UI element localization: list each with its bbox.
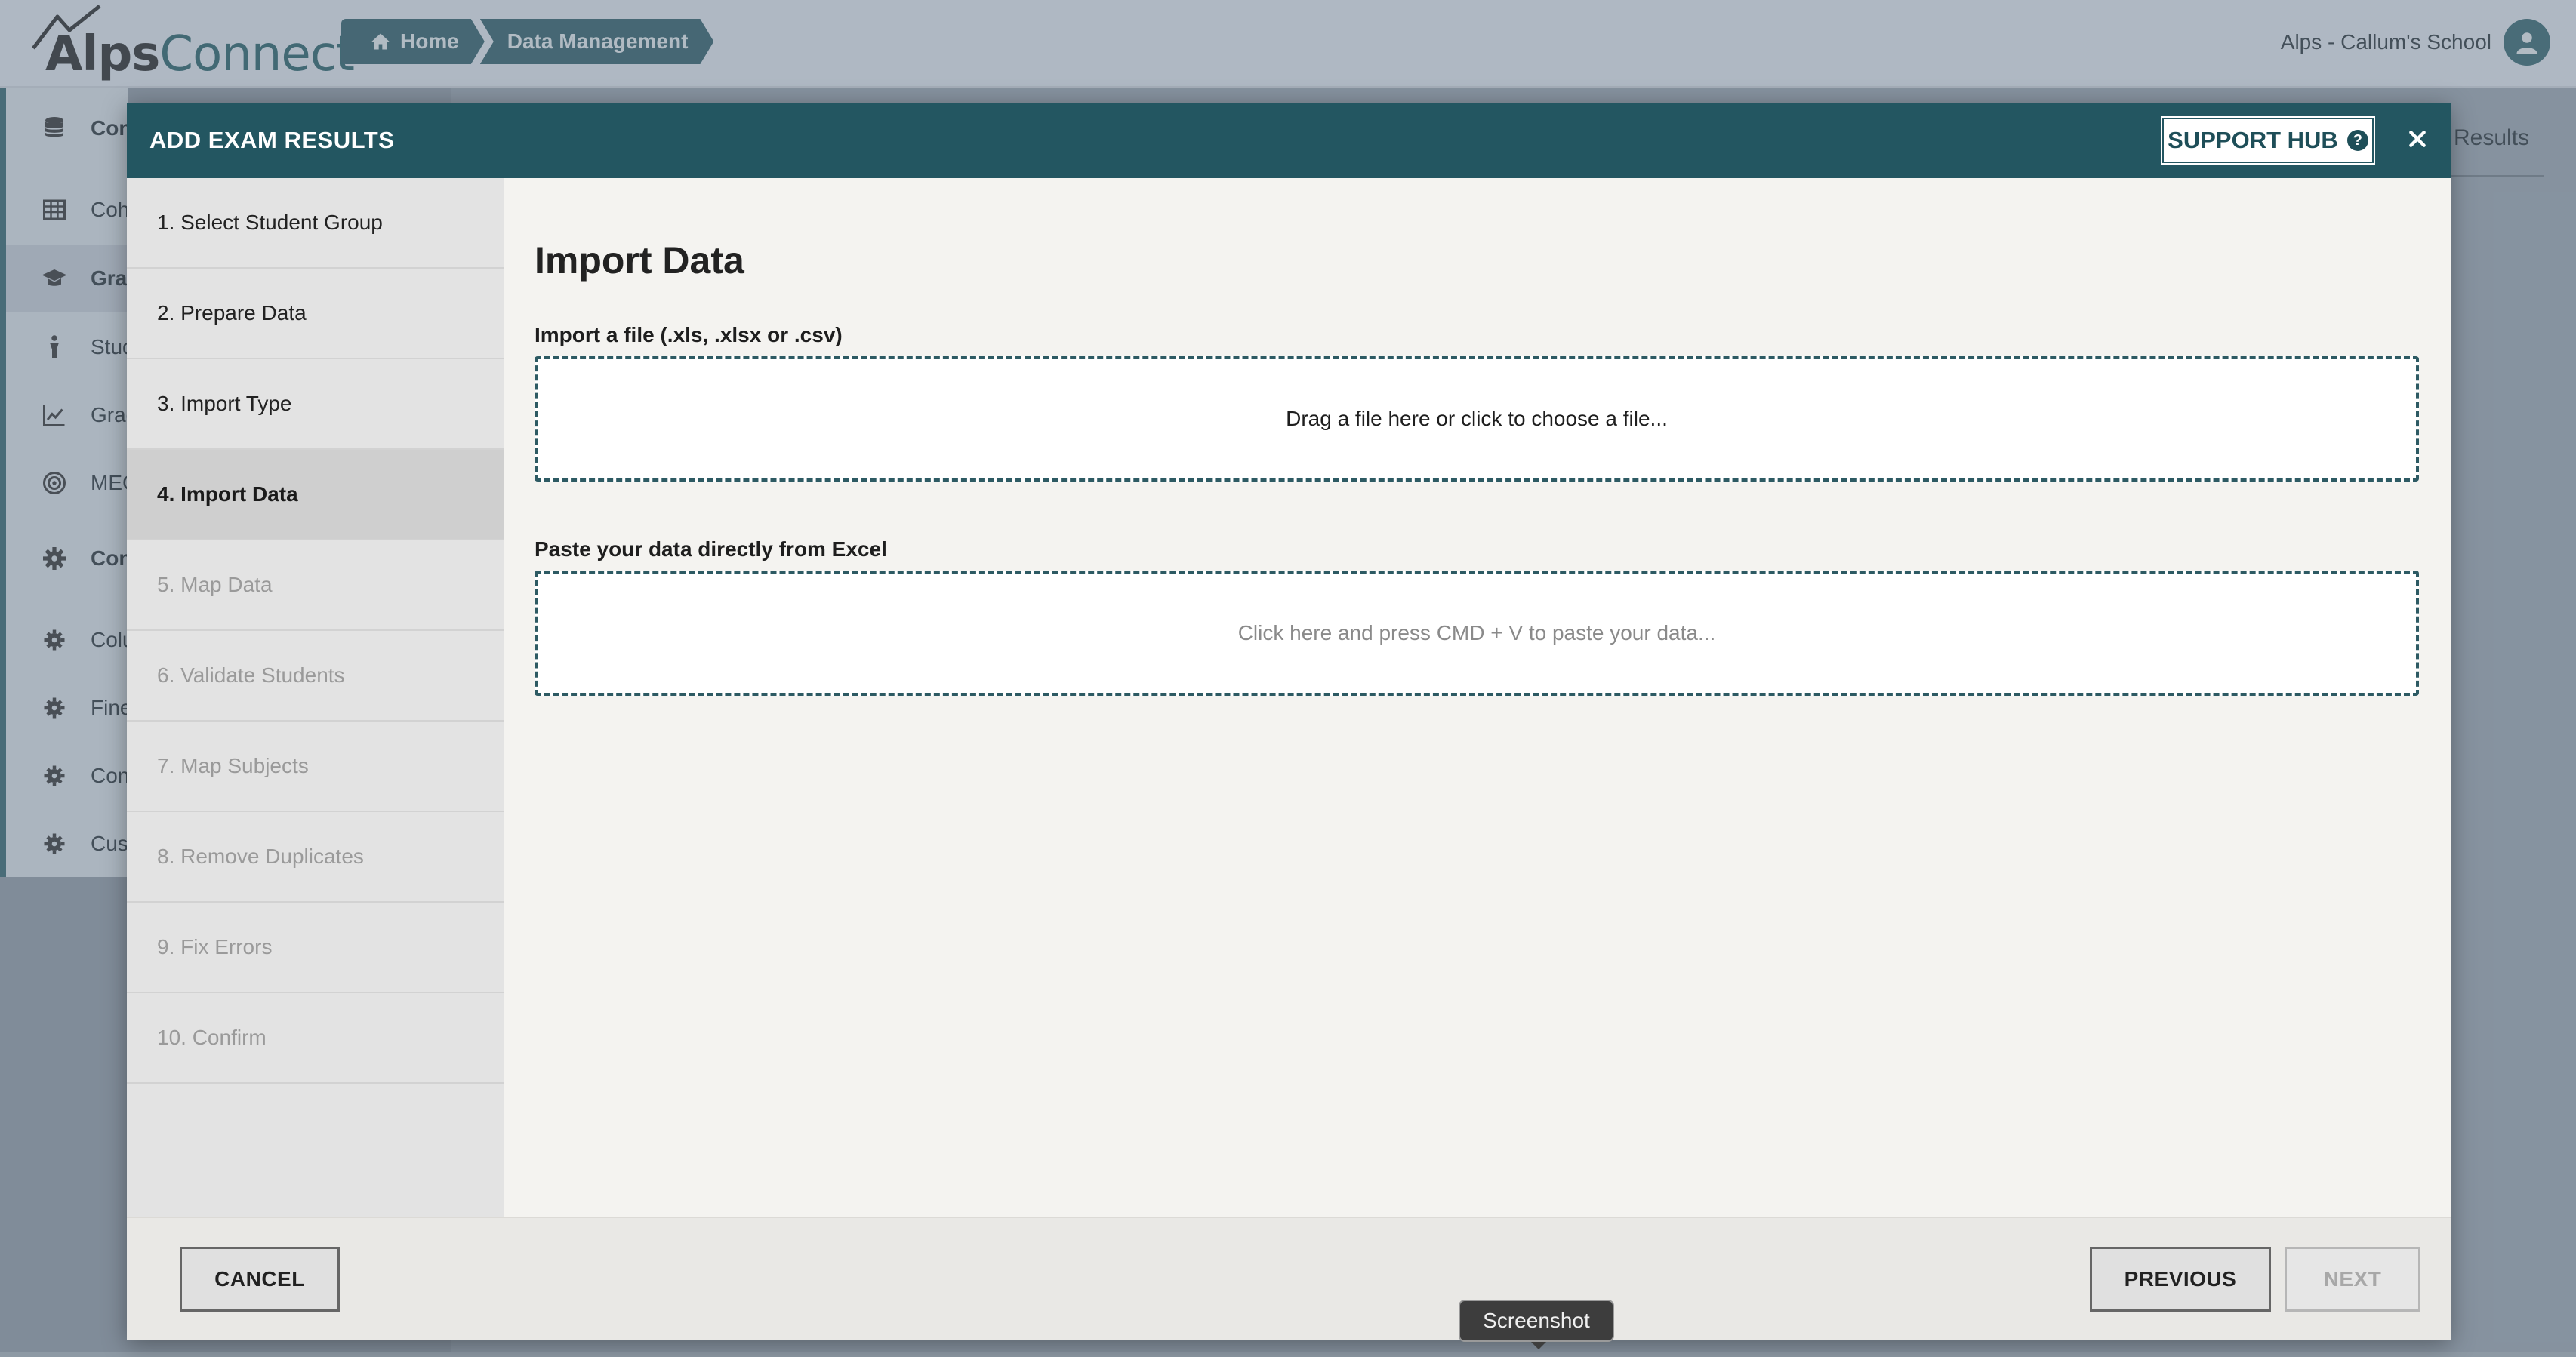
step-label: 8. Remove Duplicates xyxy=(157,845,364,869)
step-label: 2. Prepare Data xyxy=(157,301,307,325)
file-dropzone-text: Drag a file here or click to choose a fi… xyxy=(1286,407,1668,431)
page-title: Import Data xyxy=(535,238,744,282)
file-import-label: Import a file (.xls, .xlsx or .csv) xyxy=(535,323,843,347)
screenshot-tooltip: Screenshot xyxy=(1459,1300,1614,1342)
step-label: 6. Validate Students xyxy=(157,663,345,688)
modal-title: ADD EXAM RESULTS xyxy=(149,127,394,154)
step-confirm: 10. Confirm xyxy=(127,993,504,1084)
step-remove-duplicates: 8. Remove Duplicates xyxy=(127,812,504,903)
step-label: 5. Map Data xyxy=(157,573,273,597)
previous-button-label: PREVIOUS xyxy=(2125,1267,2237,1291)
next-button[interactable]: NEXT xyxy=(2285,1247,2420,1312)
next-button-label: NEXT xyxy=(2324,1267,2382,1291)
cancel-button[interactable]: CANCEL xyxy=(180,1247,340,1312)
paste-data-label: Paste your data directly from Excel xyxy=(535,537,887,562)
step-map-data: 5. Map Data xyxy=(127,540,504,631)
add-exam-results-modal: ADD EXAM RESULTS SUPPORT HUB ? 1. Select… xyxy=(127,103,2451,1340)
wizard-steps: 1. Select Student Group 2. Prepare Data … xyxy=(127,178,504,1217)
step-label: 3. Import Type xyxy=(157,392,291,416)
step-label: 10. Confirm xyxy=(157,1026,267,1050)
step-label: 4. Import Data xyxy=(157,482,298,506)
support-hub-button[interactable]: SUPPORT HUB ? xyxy=(2161,116,2375,165)
modal-footer: CANCEL PREVIOUS NEXT xyxy=(127,1217,2451,1340)
step-validate-students: 6. Validate Students xyxy=(127,631,504,722)
import-data-panel: Import Data Import a file (.xls, .xlsx o… xyxy=(504,178,2451,1217)
step-select-student-group[interactable]: 1. Select Student Group xyxy=(127,178,504,269)
step-prepare-data[interactable]: 2. Prepare Data xyxy=(127,269,504,359)
previous-button[interactable]: PREVIOUS xyxy=(2090,1247,2271,1312)
step-label: 1. Select Student Group xyxy=(157,211,383,235)
close-button[interactable] xyxy=(2401,122,2434,155)
tooltip-text: Screenshot xyxy=(1483,1309,1590,1333)
paste-data-placeholder: Click here and press CMD + V to paste yo… xyxy=(1238,621,1716,645)
step-map-subjects: 7. Map Subjects xyxy=(127,722,504,812)
modal-header: ADD EXAM RESULTS SUPPORT HUB ? xyxy=(127,103,2451,178)
step-import-type[interactable]: 3. Import Type xyxy=(127,359,504,450)
step-import-data[interactable]: 4. Import Data xyxy=(127,450,504,540)
support-hub-label: SUPPORT HUB xyxy=(2168,127,2338,154)
paste-data-area[interactable]: Click here and press CMD + V to paste yo… xyxy=(535,571,2419,696)
step-label: 7. Map Subjects xyxy=(157,754,309,778)
help-circle-icon: ? xyxy=(2347,130,2368,151)
cancel-button-label: CANCEL xyxy=(214,1267,305,1291)
close-icon xyxy=(2408,129,2427,149)
step-label: 9. Fix Errors xyxy=(157,935,272,959)
file-dropzone[interactable]: Drag a file here or click to choose a fi… xyxy=(535,356,2419,482)
step-fix-errors: 9. Fix Errors xyxy=(127,903,504,993)
